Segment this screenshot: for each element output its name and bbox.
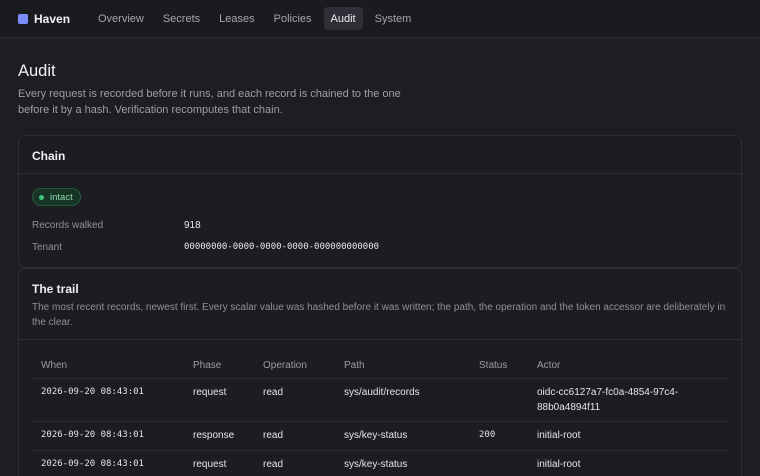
tenant-label: Tenant xyxy=(32,242,63,253)
cell-operation: read xyxy=(263,387,284,398)
row-divider xyxy=(32,450,729,451)
haven-logo-icon xyxy=(18,13,28,24)
tab-audit[interactable]: Audit xyxy=(323,7,363,30)
records-walked-value: 918 xyxy=(184,220,201,231)
cell-when: 2026-09-20 08:43:01 xyxy=(41,387,144,397)
cell-operation: read xyxy=(263,459,284,470)
brand[interactable]: Haven xyxy=(18,12,91,26)
column-header-phase[interactable]: Phase xyxy=(193,360,221,371)
cell-when: 2026-09-20 08:43:01 xyxy=(41,430,144,440)
cell-path: sys/key-status xyxy=(344,459,408,470)
main-nav: Overview Secrets Leases Policies Audit S… xyxy=(91,7,423,30)
page-title: Audit xyxy=(18,62,56,80)
trail-heading: The trail xyxy=(32,282,79,296)
records-walked-label: Records walked xyxy=(32,220,104,231)
table-header-divider xyxy=(32,378,729,379)
tab-system[interactable]: System xyxy=(368,7,419,30)
column-header-path[interactable]: Path xyxy=(344,360,365,371)
top-navigation-bar: Haven Overview Secrets Leases Policies A… xyxy=(0,0,760,38)
cell-phase: request xyxy=(193,459,227,470)
chain-divider xyxy=(19,173,741,174)
column-header-actor[interactable]: Actor xyxy=(537,360,712,371)
cell-actor: oidc-cc6127a7-fc0a-4854-97c4-88b0a4894f1… xyxy=(537,387,679,413)
chain-status-label: intact xyxy=(50,191,73,203)
row-divider xyxy=(32,421,729,422)
brand-name: Haven xyxy=(34,11,71,26)
column-header-status[interactable]: Status xyxy=(479,360,507,371)
cell-status: 200 xyxy=(479,430,496,440)
tenant-value: 00000000-0000-0000-0000-000000000000 xyxy=(184,242,380,252)
status-dot-icon xyxy=(39,194,44,200)
trail-description: The most recent records, newest first. E… xyxy=(32,302,726,328)
chain-heading: Chain xyxy=(32,149,66,163)
cell-path: sys/key-status xyxy=(344,430,408,441)
cell-phase: request xyxy=(193,387,227,398)
trail-divider xyxy=(19,339,741,340)
tab-policies[interactable]: Policies xyxy=(267,7,319,30)
chain-status-badge: intact xyxy=(32,188,81,206)
cell-actor: initial-root xyxy=(537,459,581,470)
tab-overview[interactable]: Overview xyxy=(91,7,151,30)
cell-when: 2026-09-20 08:43:01 xyxy=(41,459,144,469)
trail-card: The trail The most recent records, newes… xyxy=(18,268,742,476)
column-header-operation[interactable]: Operation xyxy=(263,360,307,371)
page-intro: Every request is recorded before it runs… xyxy=(18,88,401,116)
cell-phase: response xyxy=(193,430,235,441)
column-header-when[interactable]: When xyxy=(41,360,67,371)
tab-secrets[interactable]: Secrets xyxy=(156,7,207,30)
cell-path: sys/audit/records xyxy=(344,387,420,398)
cell-actor: initial-root xyxy=(537,430,581,441)
cell-operation: read xyxy=(263,430,284,441)
tab-leases[interactable]: Leases xyxy=(212,7,261,30)
chain-card: Chain intact Records walked 918 Tenant 0… xyxy=(18,135,742,268)
